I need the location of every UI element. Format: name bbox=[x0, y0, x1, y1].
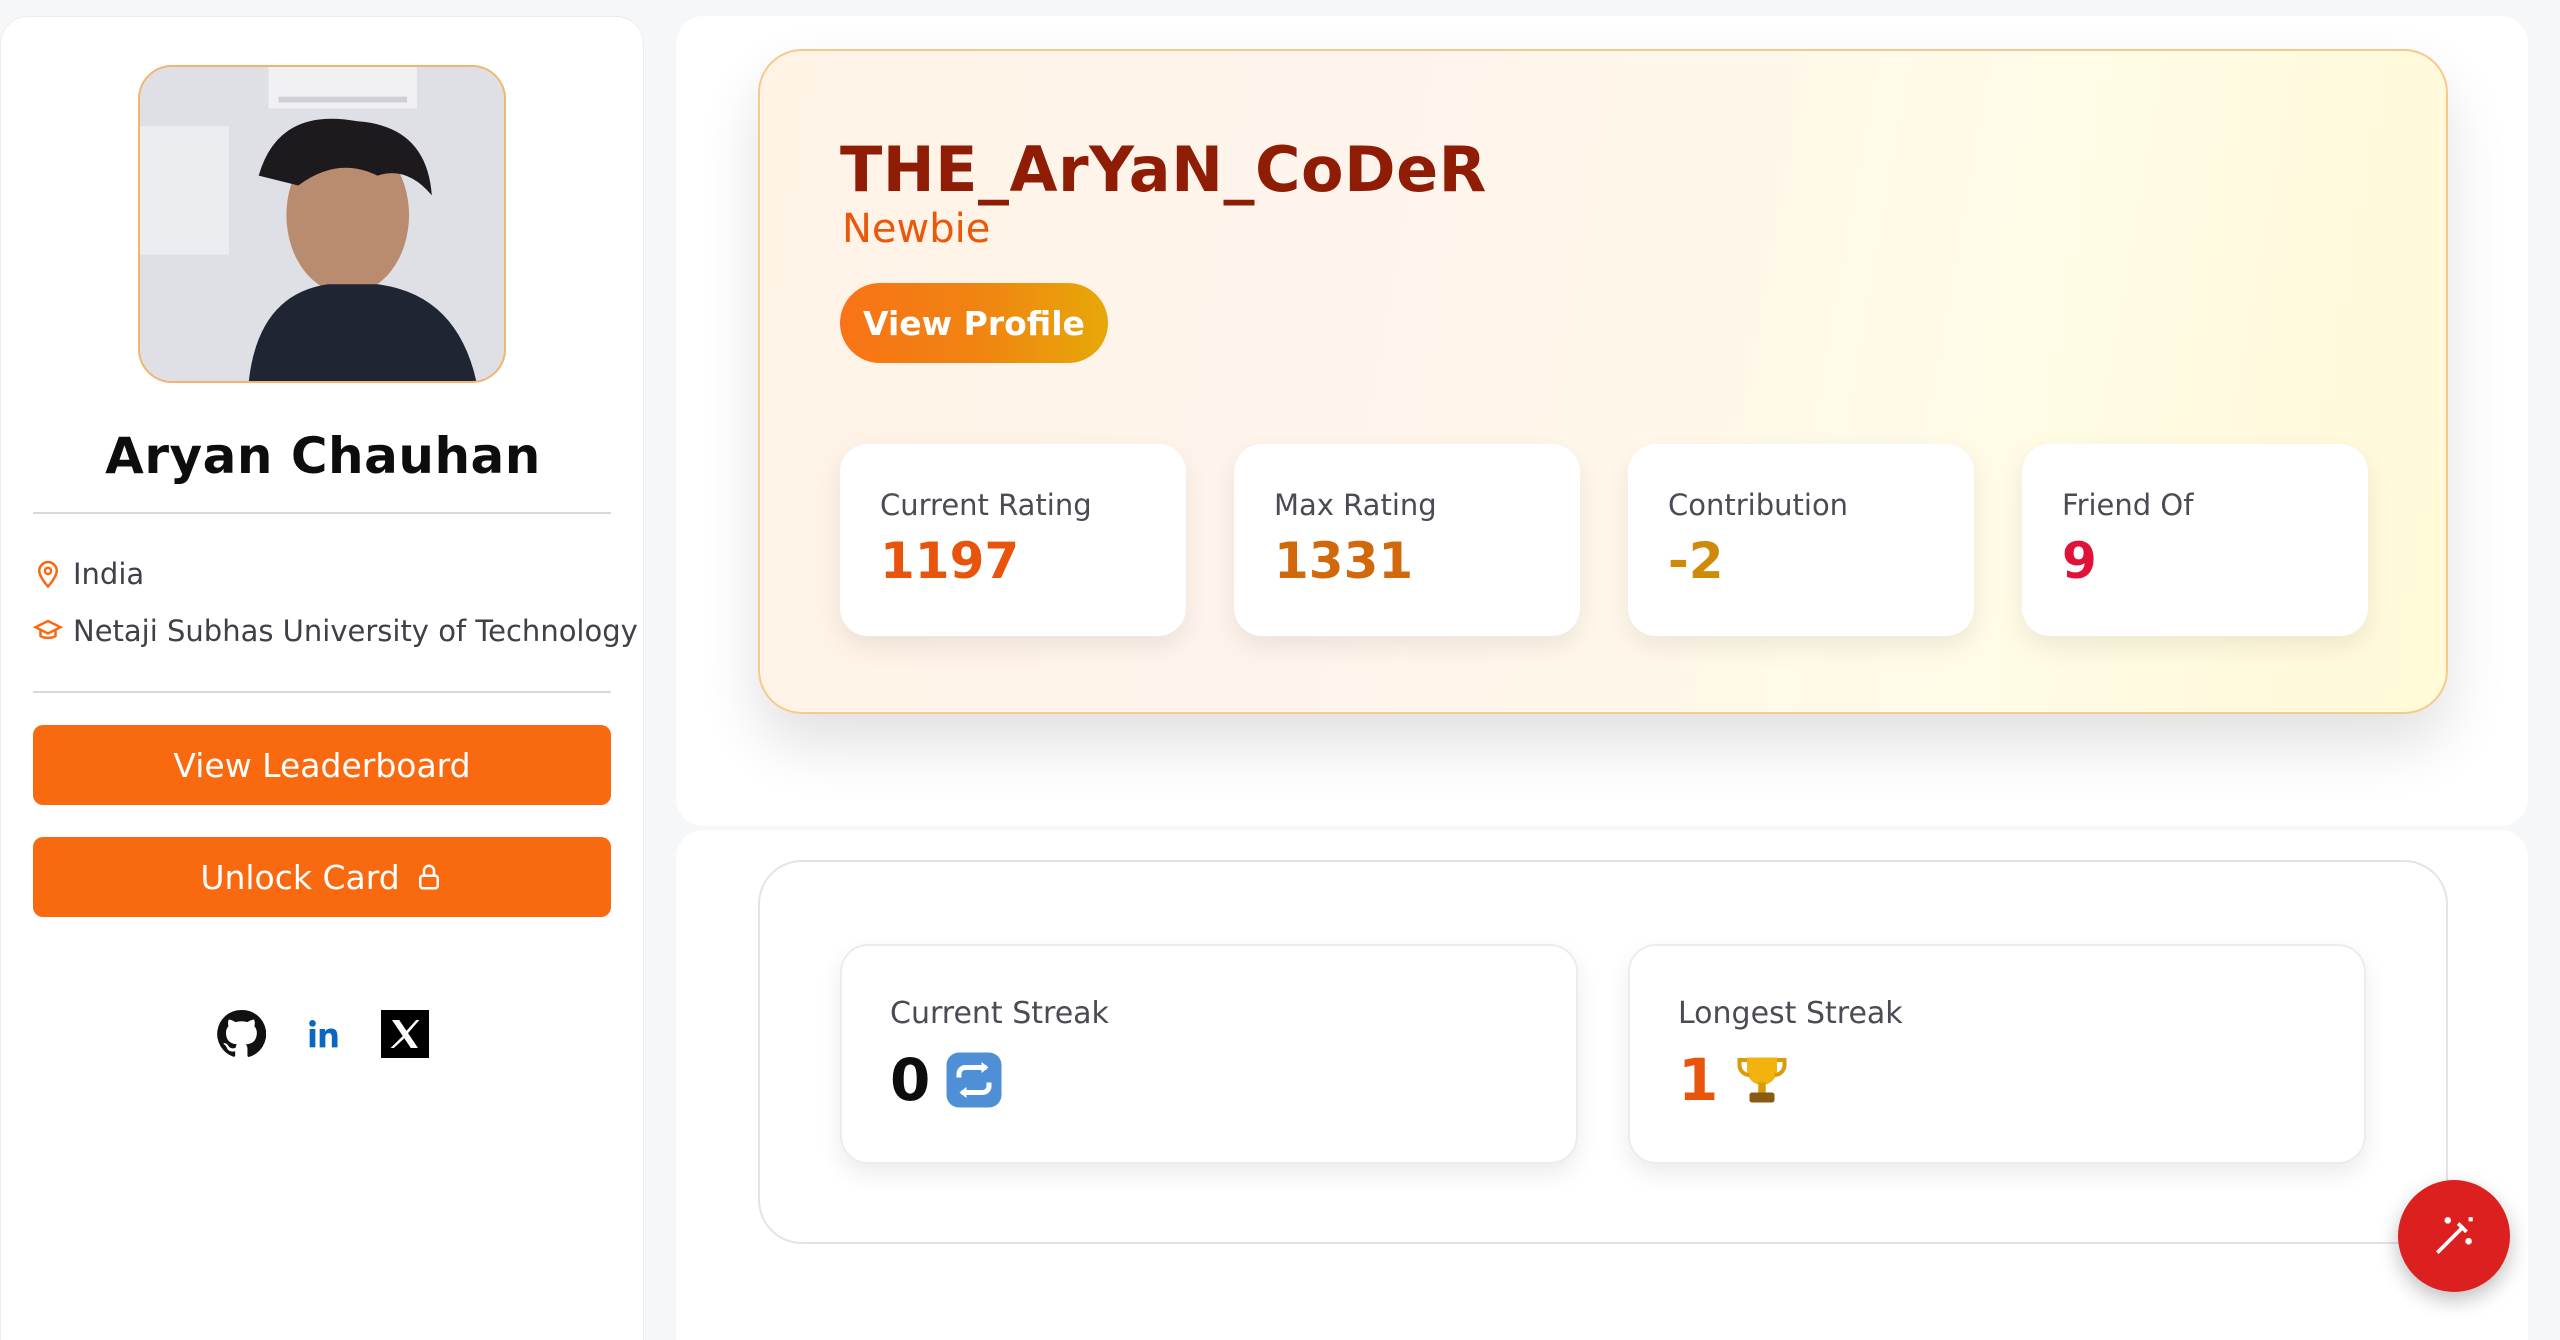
view-leaderboard-button[interactable]: View Leaderboard bbox=[33, 725, 611, 805]
organization-text: Netaji Subhas University of Technology bbox=[73, 614, 638, 648]
stat-label: Max Rating bbox=[1274, 488, 1437, 522]
divider bbox=[33, 691, 611, 693]
stat-label: Friend Of bbox=[2062, 488, 2194, 522]
stat-label: Current Rating bbox=[880, 488, 1092, 522]
profile-hero-card: THE_ArYaN_CoDeR Newbie View Profile Curr… bbox=[758, 49, 2448, 714]
unlock-card-label: Unlock Card bbox=[200, 857, 400, 897]
trophy-emoji-icon bbox=[1737, 1057, 1787, 1103]
stat-card-max-rating: Max Rating 1331 bbox=[1234, 444, 1580, 636]
social-links bbox=[1, 1009, 645, 1059]
streak-value: 1 bbox=[1678, 1046, 1719, 1114]
x-icon[interactable] bbox=[380, 1009, 430, 1059]
user-handle: THE_ArYaN_CoDeR bbox=[840, 133, 1487, 206]
unlock-card-button[interactable]: Unlock Card bbox=[33, 837, 611, 917]
streak-value-row: 0 bbox=[890, 1046, 1004, 1114]
profile-sidebar: Aryan Chauhan India Netaji Subhas Univer… bbox=[0, 16, 644, 1340]
github-icon[interactable] bbox=[216, 1009, 266, 1059]
linkedin-icon[interactable] bbox=[298, 1009, 348, 1059]
graduation-cap-icon bbox=[33, 619, 63, 640]
stat-card-contribution: Contribution -2 bbox=[1628, 444, 1974, 636]
lock-icon bbox=[418, 864, 439, 890]
longest-streak-card: Longest Streak 1 bbox=[1628, 944, 2366, 1164]
magic-wand-fab-button[interactable] bbox=[2398, 1180, 2510, 1292]
location-pin-icon bbox=[37, 560, 59, 589]
country-text: India bbox=[73, 557, 145, 591]
view-profile-button[interactable]: View Profile bbox=[840, 283, 1108, 363]
stat-value: -2 bbox=[1668, 532, 1724, 590]
stat-value: 9 bbox=[2062, 532, 2097, 590]
stat-value: 1197 bbox=[880, 532, 1020, 590]
magic-wand-icon bbox=[2436, 1217, 2473, 1254]
streak-value: 0 bbox=[890, 1046, 931, 1114]
streak-value-row: 1 bbox=[1678, 1046, 1792, 1114]
current-streak-card: Current Streak 0 bbox=[840, 944, 1578, 1164]
repeat-emoji-icon bbox=[946, 1052, 1002, 1108]
stat-value: 1331 bbox=[1274, 532, 1414, 590]
divider bbox=[33, 512, 611, 514]
stat-label: Contribution bbox=[1668, 488, 1849, 522]
stat-card-friend-of: Friend Of 9 bbox=[2022, 444, 2368, 636]
view-leaderboard-label: View Leaderboard bbox=[173, 745, 471, 785]
avatar bbox=[138, 65, 506, 383]
organization-row: Netaji Subhas University of Technology bbox=[33, 614, 638, 648]
user-rank: Newbie bbox=[842, 206, 991, 252]
streak-label: Longest Streak bbox=[1678, 996, 1903, 1031]
user-display-name: Aryan Chauhan bbox=[105, 427, 541, 485]
country-row: India bbox=[33, 557, 144, 591]
stat-card-current-rating: Current Rating 1197 bbox=[840, 444, 1186, 636]
streak-label: Current Streak bbox=[890, 996, 1109, 1031]
streak-section: Current Streak 0 Longest Streak 1 bbox=[758, 860, 2448, 1244]
